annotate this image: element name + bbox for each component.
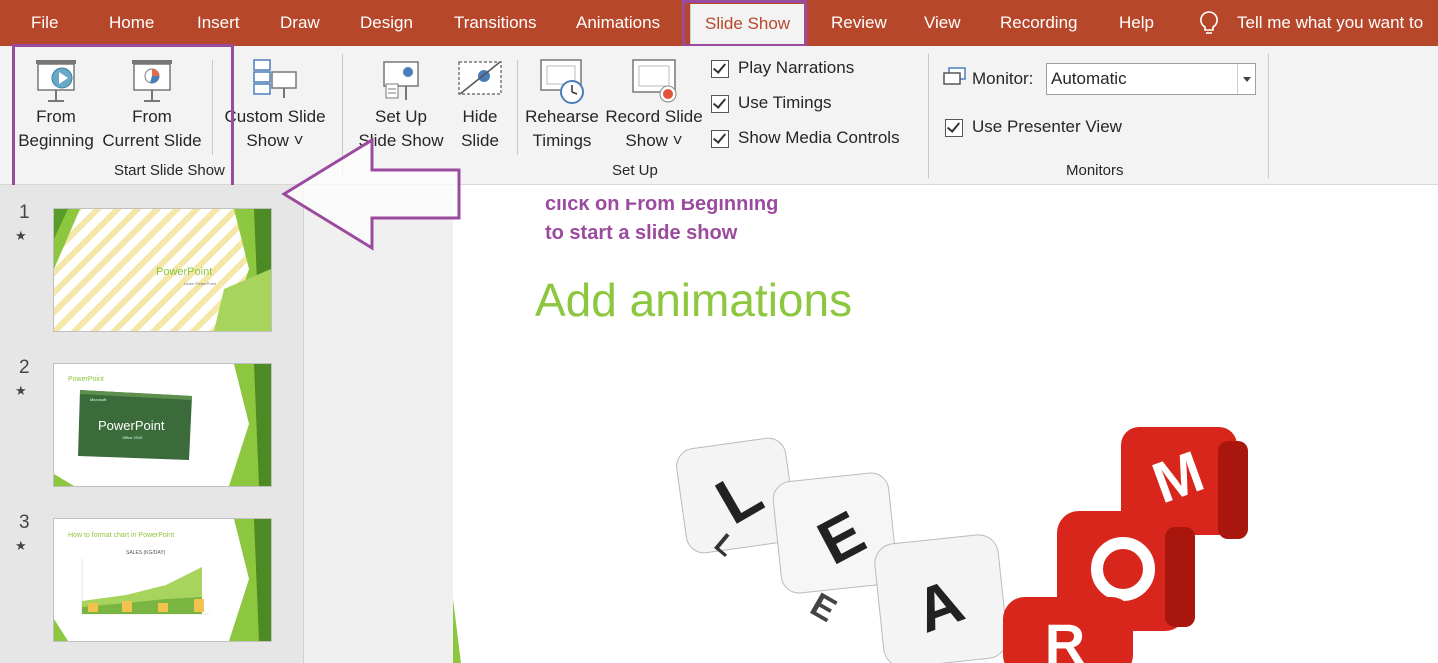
- dropdown-arrow-icon[interactable]: [1237, 64, 1256, 94]
- record-slide-show-button[interactable]: Record Slide Show ˅: [602, 52, 706, 154]
- tab-home[interactable]: Home: [109, 0, 154, 46]
- stopwatch-icon: [540, 59, 584, 104]
- slide-show-tab-highlight: [682, 0, 807, 47]
- use-timings-label: Use Timings: [738, 93, 832, 112]
- slide-thumbnail-1[interactable]: PowerPoint Learn PowerPoint: [53, 208, 272, 332]
- monitor-dropdown-value: Automatic: [1051, 69, 1127, 88]
- slide-title[interactable]: Add animations: [535, 273, 852, 327]
- record-label-1: Record Slide: [605, 107, 703, 126]
- tab-review[interactable]: Review: [831, 0, 887, 46]
- monitor-label: Monitor:: [972, 69, 1034, 88]
- thumb-small-text: Office 2019: [122, 435, 143, 440]
- monitor-dropdown[interactable]: Automatic: [1046, 63, 1256, 95]
- annotation-line-2: to start a slide show: [545, 222, 738, 244]
- ribbon-separator: [517, 60, 518, 155]
- group-separator: [1268, 54, 1269, 178]
- custom-show-label-1: Custom Slide: [224, 107, 326, 126]
- tab-view[interactable]: View: [924, 0, 961, 46]
- group-separator: [928, 54, 929, 178]
- dice-picture[interactable]: L L E E A M R: [673, 427, 1313, 663]
- slide-canvas[interactable]: Add animations L L E E A M R click on Fr…: [453, 199, 1438, 663]
- tell-me-search[interactable]: Tell me what you want to: [1237, 0, 1423, 46]
- use-presenter-view-label: Use Presenter View: [972, 117, 1122, 136]
- slide-thumbnails-panel: 1 ★ PowerPoint Learn PowerPoint 2 ★ Powe…: [0, 185, 303, 663]
- slide-thumbnail-3[interactable]: How to format chart in PowerPoint SALES …: [53, 518, 272, 642]
- setup-show-label-1: Set Up: [375, 107, 427, 126]
- hide-slide-label-1: Hide: [462, 107, 498, 126]
- show-media-controls-checkbox[interactable]: [711, 130, 729, 148]
- rehearse-label-1: Rehearse: [525, 107, 599, 126]
- lightbulb-icon: [1200, 11, 1218, 34]
- monitor-icon: [943, 67, 966, 85]
- record-icon: [632, 59, 677, 103]
- tab-help[interactable]: Help: [1119, 0, 1154, 46]
- annotation-line-1: click on From Beginning: [545, 199, 779, 215]
- tab-design[interactable]: Design: [360, 0, 413, 46]
- rehearse-timings-button[interactable]: Rehearse Timings: [524, 52, 600, 154]
- slide-number: 1: [19, 202, 30, 223]
- thumb-title: PowerPoint: [68, 376, 104, 383]
- animation-star-icon: ★: [15, 383, 27, 398]
- thumb-ms-logo: Microsoft: [90, 397, 107, 402]
- play-narrations-label: Play Narrations: [738, 58, 855, 77]
- thumb-title: How to format chart in PowerPoint: [68, 532, 175, 539]
- start-slide-show-highlight: [12, 44, 234, 194]
- rehearse-label-2: Timings: [532, 131, 592, 150]
- hide-slide-icon: [458, 61, 502, 95]
- monitors-group-label: Monitors: [1066, 162, 1124, 179]
- thumb-logo-text: PowerPoint: [98, 418, 165, 433]
- tab-draw[interactable]: Draw: [280, 0, 320, 46]
- animation-star-icon: ★: [15, 538, 27, 553]
- tab-insert[interactable]: Insert: [197, 0, 240, 46]
- custom-show-icon: [253, 59, 297, 98]
- pane-splitter[interactable]: [303, 185, 454, 663]
- tab-animations[interactable]: Animations: [576, 0, 660, 46]
- tab-transitions[interactable]: Transitions: [454, 0, 537, 46]
- use-timings-checkbox[interactable]: [711, 95, 729, 113]
- use-presenter-view-checkbox[interactable]: [945, 119, 963, 137]
- slide-number: 2: [19, 357, 30, 378]
- thumb-subtitle: Learn PowerPoint: [184, 281, 216, 286]
- record-label-2: Show ˅: [625, 131, 683, 150]
- setup-show-icon: [383, 61, 419, 100]
- slide-number: 3: [19, 512, 30, 533]
- animation-star-icon: ★: [15, 228, 27, 243]
- slide-thumbnail-2[interactable]: PowerPoint Microsoft PowerPoint Office 2…: [53, 363, 272, 487]
- play-narrations-checkbox[interactable]: [711, 60, 729, 78]
- tab-recording[interactable]: Recording: [1000, 0, 1078, 46]
- tab-file[interactable]: File: [31, 0, 58, 46]
- annotation-arrow: [281, 137, 461, 251]
- show-media-controls-label: Show Media Controls: [738, 128, 900, 147]
- thumb-title: PowerPoint: [156, 266, 213, 278]
- thumb-chart-title: SALES (KG/DAY): [126, 550, 166, 556]
- svg-text:R: R: [1045, 612, 1085, 663]
- set-up-group-label: Set Up: [612, 162, 658, 179]
